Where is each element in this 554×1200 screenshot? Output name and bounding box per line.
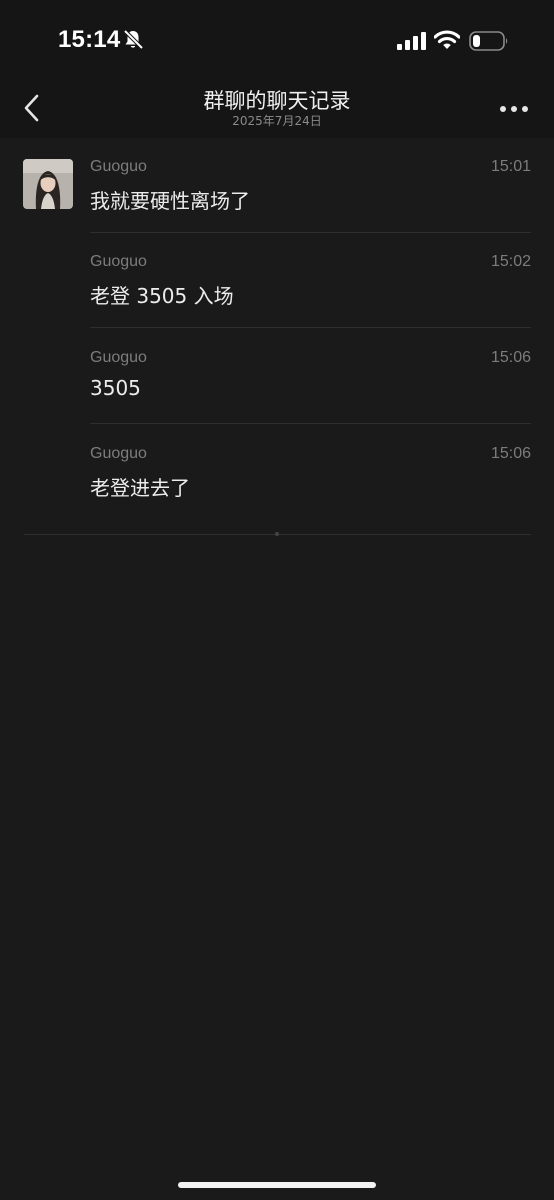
- sender-name: Guoguo: [90, 349, 147, 366]
- battery-low-icon: [469, 31, 508, 51]
- sender-name: Guoguo: [90, 253, 147, 270]
- message-text: 3505: [90, 376, 141, 400]
- divider: [90, 327, 531, 328]
- divider: [90, 423, 531, 424]
- message-time: 15:01: [490, 158, 531, 175]
- message-text: 老登进去了: [90, 476, 190, 500]
- sender-name: Guoguo: [90, 158, 147, 175]
- wifi-icon: [434, 30, 460, 49]
- message-time: 15:06: [490, 349, 531, 366]
- status-bar: 15:14: [0, 0, 554, 78]
- message-text: 老登 3505 入场: [90, 284, 234, 308]
- list-item[interactable]: Guoguo 15:02 老登 3505 入场: [90, 233, 531, 328]
- sender-name: Guoguo: [90, 445, 147, 462]
- list-item[interactable]: Guoguo 15:01 我就要硬性离场了: [90, 138, 531, 233]
- more-dot: [500, 106, 506, 112]
- avatar[interactable]: [23, 159, 73, 209]
- list-item[interactable]: Guoguo 15:06 老登进去了: [90, 425, 531, 520]
- end-of-list-dot: [275, 532, 279, 536]
- bell-slash-icon: [123, 29, 144, 50]
- more-options-button[interactable]: [498, 103, 530, 115]
- home-indicator[interactable]: [178, 1182, 376, 1188]
- cellular-signal-icon: [397, 32, 426, 50]
- message-text: 我就要硬性离场了: [90, 189, 250, 213]
- page-title: 群聊的聊天记录: [203, 89, 351, 113]
- message-time: 15:06: [490, 445, 531, 462]
- more-dot: [511, 106, 517, 112]
- more-dot: [522, 106, 528, 112]
- nav-bar: 群聊的聊天记录 2025年7月24日: [0, 78, 554, 138]
- status-time: 15:14: [58, 26, 121, 53]
- page-subtitle-date: 2025年7月24日: [232, 114, 322, 128]
- message-time: 15:02: [490, 253, 531, 270]
- list-item[interactable]: Guoguo 15:06 3505: [90, 329, 531, 424]
